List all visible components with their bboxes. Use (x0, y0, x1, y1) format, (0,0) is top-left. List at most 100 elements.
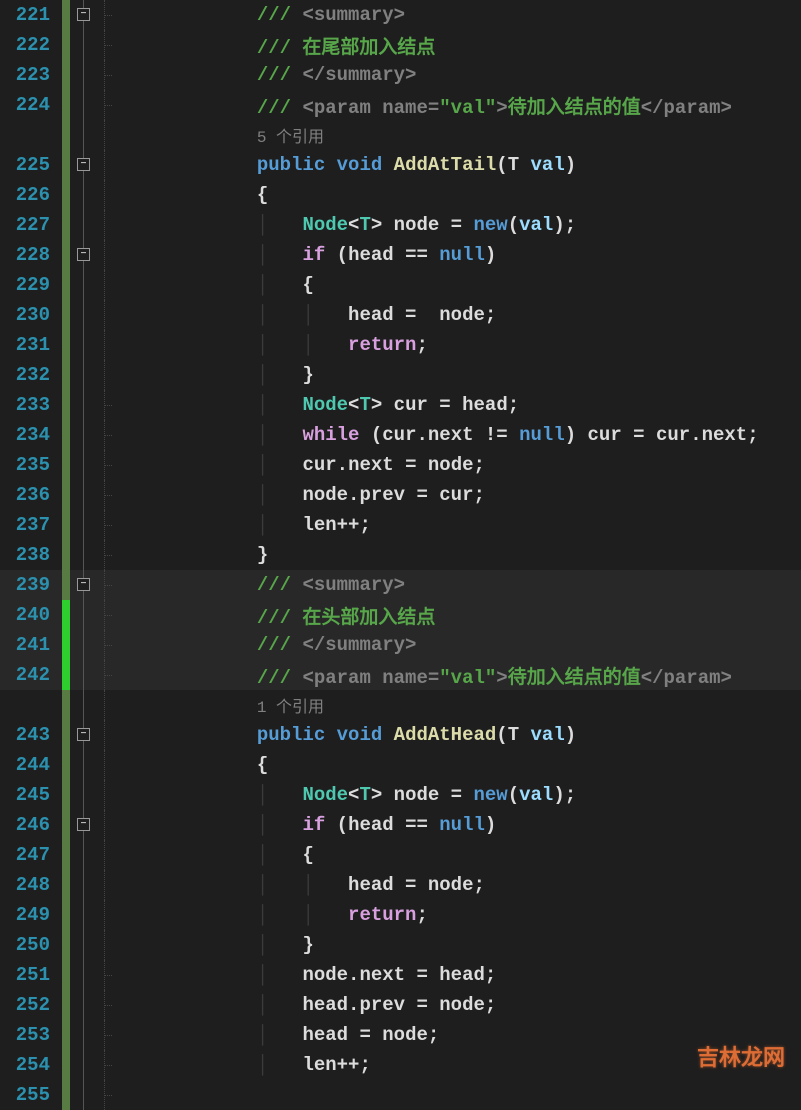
code-content[interactable]: /// </summary> (120, 64, 416, 86)
fold-gutter[interactable] (70, 90, 98, 120)
line-number[interactable]: 233 (0, 394, 62, 416)
fold-gutter[interactable] (70, 330, 98, 360)
code-content[interactable]: │ │ return; (120, 334, 428, 356)
code-content[interactable]: │ node.prev = cur; (120, 484, 485, 506)
code-content[interactable]: } (120, 544, 268, 566)
fold-collapse-icon[interactable]: − (77, 8, 90, 21)
fold-gutter[interactable] (70, 480, 98, 510)
code-content[interactable]: 5 个引用 (120, 123, 324, 148)
line-number[interactable]: 232 (0, 364, 62, 386)
code-line[interactable]: 240 /// 在头部加入结点 (0, 600, 801, 630)
code-content[interactable]: │ { (120, 274, 314, 296)
code-line[interactable]: 247 │ { (0, 840, 801, 870)
code-line[interactable]: 229 │ { (0, 270, 801, 300)
fold-collapse-icon[interactable]: − (77, 578, 90, 591)
code-content[interactable]: │ │ return; (120, 904, 428, 926)
code-content[interactable]: │ while (cur.next != null) cur = cur.nex… (120, 424, 759, 446)
code-content[interactable]: /// <summary> (120, 574, 405, 596)
line-number[interactable]: 227 (0, 214, 62, 236)
fold-gutter[interactable]: − (70, 810, 98, 840)
code-line[interactable]: 226 { (0, 180, 801, 210)
fold-gutter[interactable]: − (70, 150, 98, 180)
code-content[interactable]: │ Node<T> node = new(val); (120, 784, 576, 806)
code-content[interactable] (120, 1084, 257, 1106)
fold-gutter[interactable]: − (70, 570, 98, 600)
fold-gutter[interactable] (70, 780, 98, 810)
fold-gutter[interactable] (70, 660, 98, 690)
line-number[interactable]: 250 (0, 934, 62, 956)
code-line[interactable]: 225− public void AddAtTail(T val) (0, 150, 801, 180)
code-line[interactable]: 5 个引用 (0, 120, 801, 150)
fold-collapse-icon[interactable]: − (77, 248, 90, 261)
code-line[interactable]: 233 │ Node<T> cur = head; (0, 390, 801, 420)
fold-gutter[interactable] (70, 30, 98, 60)
fold-gutter[interactable] (70, 1080, 98, 1110)
code-line[interactable]: 254 │ len++; (0, 1050, 801, 1080)
code-line[interactable]: 231 │ │ return; (0, 330, 801, 360)
code-line[interactable]: 242 /// <param name="val">待加入结点的值</param… (0, 660, 801, 690)
line-number[interactable]: 251 (0, 964, 62, 986)
code-content[interactable]: /// <param name="val">待加入结点的值</param> (120, 662, 732, 689)
line-number[interactable]: 226 (0, 184, 62, 206)
code-line[interactable]: 224 /// <param name="val">待加入结点的值</param… (0, 90, 801, 120)
line-number[interactable]: 236 (0, 484, 62, 506)
code-line[interactable]: 252 │ head.prev = node; (0, 990, 801, 1020)
line-number[interactable]: 228 (0, 244, 62, 266)
fold-gutter[interactable] (70, 960, 98, 990)
code-line[interactable]: 243 − public void AddAtHead(T val) (0, 720, 801, 750)
code-content[interactable]: /// <summary> (120, 4, 405, 26)
line-number[interactable]: 239 (0, 574, 62, 596)
line-number[interactable]: 240 (0, 604, 62, 626)
fold-gutter[interactable] (70, 270, 98, 300)
code-line[interactable]: 241 /// </summary> (0, 630, 801, 660)
code-content[interactable]: │ head.prev = node; (120, 994, 496, 1016)
fold-gutter[interactable] (70, 630, 98, 660)
code-content[interactable]: │ len++; (120, 1054, 371, 1076)
code-line[interactable]: 1 个引用 (0, 690, 801, 720)
code-content[interactable]: /// </summary> (120, 634, 416, 656)
fold-gutter[interactable] (70, 540, 98, 570)
fold-gutter[interactable] (70, 60, 98, 90)
code-content[interactable]: │ } (120, 934, 314, 956)
fold-gutter[interactable] (70, 360, 98, 390)
code-line[interactable]: 250 │ } (0, 930, 801, 960)
code-line[interactable]: 244 { (0, 750, 801, 780)
line-number[interactable]: 247 (0, 844, 62, 866)
code-content[interactable]: │ } (120, 364, 314, 386)
line-number[interactable]: 249 (0, 904, 62, 926)
code-line[interactable]: 255 (0, 1080, 801, 1110)
line-number[interactable]: 238 (0, 544, 62, 566)
line-number[interactable]: 229 (0, 274, 62, 296)
code-content[interactable]: /// <param name="val">待加入结点的值</param> (120, 92, 732, 119)
fold-gutter[interactable] (70, 510, 98, 540)
fold-gutter[interactable] (70, 930, 98, 960)
fold-collapse-icon[interactable]: − (77, 728, 90, 741)
line-number[interactable]: 221 (0, 4, 62, 26)
code-content[interactable]: 1 个引用 (120, 693, 324, 718)
code-content[interactable]: │ cur.next = node; (120, 454, 485, 476)
fold-gutter[interactable] (70, 180, 98, 210)
fold-gutter[interactable]: − (70, 0, 98, 30)
fold-gutter[interactable] (70, 1020, 98, 1050)
code-line[interactable]: 223 /// </summary> (0, 60, 801, 90)
fold-collapse-icon[interactable]: − (77, 818, 90, 831)
code-line[interactable]: 237 │ len++; (0, 510, 801, 540)
line-number[interactable]: 245 (0, 784, 62, 806)
code-line[interactable]: 221 − /// <summary> (0, 0, 801, 30)
line-number[interactable]: 243 (0, 724, 62, 746)
code-line[interactable]: 230 │ │ head = node; (0, 300, 801, 330)
code-content[interactable]: │ │ head = node; (120, 874, 485, 896)
fold-gutter[interactable]: − (70, 240, 98, 270)
code-content[interactable]: │ len++; (120, 514, 371, 536)
code-line[interactable]: 232 │ } (0, 360, 801, 390)
code-line[interactable]: 234 │ while (cur.next != null) cur = cur… (0, 420, 801, 450)
line-number[interactable]: 246 (0, 814, 62, 836)
line-number[interactable]: 242 (0, 664, 62, 686)
code-content[interactable]: public void AddAtHead(T val) (120, 724, 576, 746)
code-content[interactable]: │ head = node; (120, 1024, 439, 1046)
fold-gutter[interactable] (70, 300, 98, 330)
line-number[interactable]: 234 (0, 424, 62, 446)
line-number[interactable]: 241 (0, 634, 62, 656)
fold-gutter[interactable] (70, 990, 98, 1020)
line-number[interactable]: 222 (0, 34, 62, 56)
